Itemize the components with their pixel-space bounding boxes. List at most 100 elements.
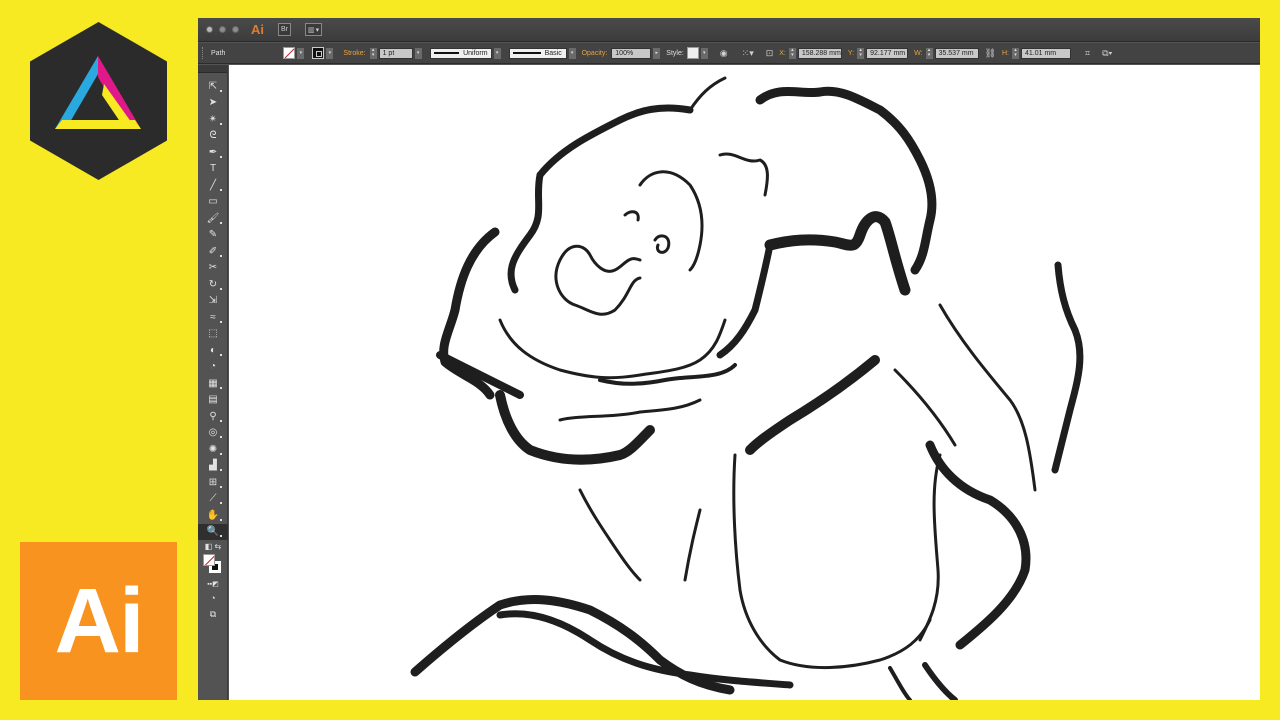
pencil-icon: ✎: [208, 229, 218, 241]
h-input[interactable]: 41.01 mm: [1021, 47, 1071, 59]
scale-tool[interactable]: ⇲: [198, 293, 228, 310]
zoom-tool[interactable]: 🔍: [198, 523, 228, 540]
bridge-button[interactable]: Br: [278, 23, 291, 36]
direct-selection-icon: ➤: [208, 97, 218, 109]
color-mode-buttons[interactable]: ▪▪◩: [198, 578, 228, 590]
blend-tool[interactable]: ◎: [198, 425, 228, 442]
selection-tool[interactable]: ⇱: [198, 78, 228, 95]
column-graph-tool[interactable]: ▟: [198, 458, 228, 475]
stroke-weight-dropdown[interactable]: ▾: [414, 47, 422, 59]
x-stepper[interactable]: ▴ ▾: [788, 47, 796, 59]
hexagon-triangle-logo: [30, 22, 167, 180]
stroke-weight-stepper[interactable]: ▴ ▾: [369, 47, 377, 59]
pen-tool[interactable]: ✒: [198, 144, 228, 161]
x-label: X:: [779, 49, 786, 57]
close-window-button[interactable]: [206, 26, 213, 33]
magic-wand-tool[interactable]: ✴: [198, 111, 228, 128]
free-transform-tool[interactable]: ⬚: [198, 326, 228, 343]
scissors-tool[interactable]: ✂: [198, 260, 228, 277]
panel-grip-handle[interactable]: [202, 47, 205, 59]
rectangle-tool[interactable]: ▭: [198, 194, 228, 211]
slice-tool[interactable]: ⟋: [198, 491, 228, 508]
x-input[interactable]: 158.288 mm: [797, 47, 842, 59]
h-label: H:: [1002, 49, 1009, 57]
more-tools-indicator: [220, 485, 222, 488]
fill-color-box[interactable]: [203, 554, 215, 566]
symbol-sprayer-tool[interactable]: ✺: [198, 441, 228, 458]
stroke-swatch[interactable]: [312, 47, 325, 59]
fill-stroke-widget[interactable]: [198, 552, 228, 578]
w-stepper[interactable]: ▴ ▾: [925, 47, 933, 59]
recolor-artwork-icon[interactable]: ◉: [720, 48, 728, 59]
align-options-icon[interactable]: ⁙▾: [742, 48, 754, 59]
tools-panel-header[interactable]: [198, 65, 227, 73]
artboard-icon: ⊞: [208, 476, 218, 488]
reference-point-icon[interactable]: ⊡: [766, 48, 774, 59]
draw-mode-icon[interactable]: ◔: [198, 590, 228, 607]
more-tools-indicator: [220, 518, 222, 521]
rose-crown-outline: [536, 104, 694, 179]
h-stepper[interactable]: ▴ ▾: [1012, 47, 1019, 59]
pencil-tool[interactable]: ✎: [198, 227, 228, 244]
rotate-tool[interactable]: ↻: [198, 276, 228, 293]
profile-dropdown[interactable]: ▾: [493, 47, 501, 59]
gradient-tool[interactable]: ▤: [198, 392, 228, 409]
more-tools-indicator: [220, 502, 222, 504]
brush-definition-select[interactable]: Basic: [508, 47, 567, 59]
warp-tool[interactable]: ≈: [198, 309, 228, 326]
w-input[interactable]: 35.537 mm: [934, 47, 979, 59]
shape-builder-tool[interactable]: ◐: [198, 342, 228, 359]
swap-fill-stroke-button[interactable]: ◧ ⇆: [198, 540, 228, 552]
style-dropdown[interactable]: ▾: [700, 47, 708, 59]
paintbrush-icon: 🖌: [206, 212, 220, 224]
lasso-icon: ᘓ: [209, 130, 217, 142]
scale-icon: ⇲: [208, 295, 218, 307]
variable-width-profile-select[interactable]: Uniform: [429, 47, 492, 59]
type-tool[interactable]: T: [198, 161, 228, 178]
arrange-documents-button[interactable]: ▥ ▾: [305, 23, 323, 36]
graphic-style-swatch[interactable]: [686, 47, 699, 59]
perspective-grid-tool[interactable]: ▦: [198, 375, 228, 392]
opacity-input[interactable]: 100%: [611, 47, 652, 59]
fill-swatch[interactable]: [283, 47, 296, 59]
minimize-window-button[interactable]: [219, 26, 226, 33]
screen-mode-icon[interactable]: ⧉: [198, 607, 228, 624]
artboard-tool[interactable]: ⊞: [198, 474, 228, 491]
opacity-label[interactable]: Opacity:: [582, 50, 608, 57]
live-paint-bucket-tool[interactable]: ◔: [198, 359, 228, 376]
rose-line-drawing[interactable]: [229, 65, 1260, 700]
constrain-proportions-icon[interactable]: ⛓: [985, 48, 996, 59]
opacity-slider-button[interactable]: ▸: [653, 47, 661, 59]
paintbrush-tool[interactable]: 🖌: [198, 210, 228, 227]
more-tools-indicator: [220, 419, 222, 422]
tool-list: ⇱ ➤ ✴ ᘓ ✒ T ╱ ▭ 🖌 ✎ ✐ ✂ ↻ ⇲ ≈ ⬚ ◐ ◔ ▦ ▤ ⚲ ◎ ✺ ▟ ⊞ ⟋ ✋ 🔍: [198, 73, 228, 540]
stroke-color-dropdown[interactable]: ▾: [326, 47, 334, 59]
blob-brush-tool[interactable]: ✐: [198, 243, 228, 260]
rose-stem: [1051, 261, 1084, 474]
zoom-window-button[interactable]: [232, 26, 239, 33]
direct-selection-tool[interactable]: ➤: [198, 95, 228, 112]
stroke-weight-input[interactable]: 1 pt: [378, 47, 413, 59]
more-tools-indicator: [220, 122, 222, 125]
lasso-tool[interactable]: ᘓ: [198, 128, 228, 145]
line-segment-tool[interactable]: ╱: [198, 177, 228, 194]
artboard-canvas[interactable]: [229, 65, 1260, 700]
transform-icon[interactable]: ⌗: [1085, 48, 1090, 59]
pen-icon: ✒: [208, 146, 218, 158]
more-tools-indicator: [220, 254, 222, 257]
magic-wand-icon: ✴: [208, 113, 218, 125]
y-stepper[interactable]: ▴ ▾: [857, 47, 865, 59]
more-tools-indicator: [220, 469, 222, 471]
isolate-selected-icon[interactable]: ⧉▾: [1102, 48, 1112, 59]
brush-dropdown[interactable]: ▾: [568, 47, 576, 59]
rotate-icon: ↻: [208, 278, 218, 290]
eyedropper-icon: ⚲: [209, 410, 217, 422]
eyedropper-tool[interactable]: ⚲: [198, 408, 228, 425]
gradient-icon: ▤: [208, 394, 218, 406]
fill-dropdown[interactable]: ▾: [297, 47, 305, 59]
more-tools-indicator: [220, 452, 222, 455]
w-label: W:: [914, 49, 923, 57]
y-input[interactable]: 92.177 mm: [866, 47, 909, 59]
stroke-label[interactable]: Stroke:: [343, 50, 365, 57]
hand-tool[interactable]: ✋: [198, 507, 228, 524]
